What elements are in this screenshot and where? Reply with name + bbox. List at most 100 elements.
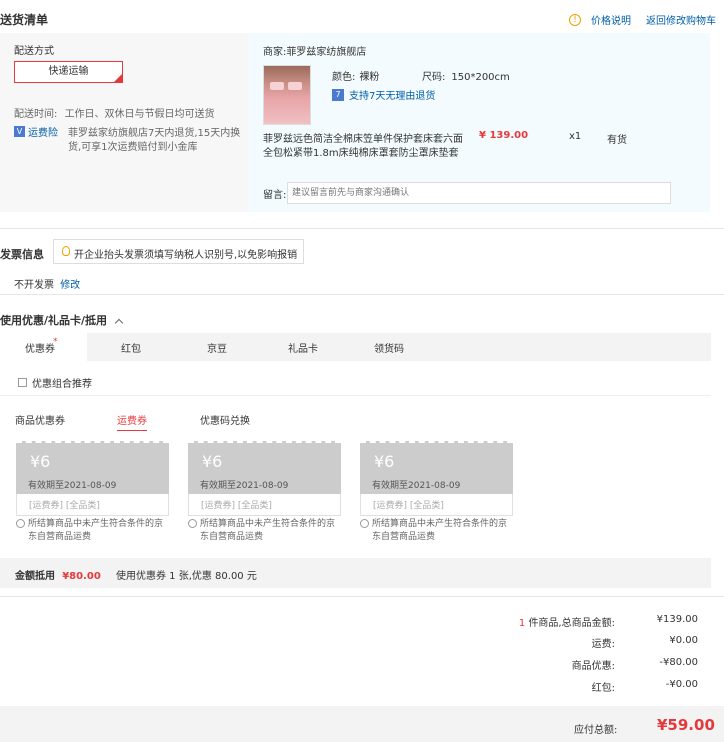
payable-label: 应付总额:	[574, 725, 618, 736]
coupon-amount: ¥6	[202, 452, 223, 471]
coupon-note: 所结算商品中未产生符合条件的京 东自营商品运费	[188, 518, 348, 544]
deduct-summary: 金额抵用 ¥80.00 使用优惠券 1 张,优惠 80.00 元	[15, 567, 257, 582]
coupon-note-line: 东自营商品运费	[372, 532, 436, 542]
product-stock: 有货	[607, 135, 627, 146]
delivery-method-value: 快递运输	[48, 66, 89, 77]
coupon-card[interactable]: ¥6 有效期至2021-08-09 [运费券] [全品类]	[16, 441, 169, 516]
deduct-label: 金额抵用	[15, 571, 55, 582]
merchant-name[interactable]: 商家:菲罗兹家纺旗舰店	[263, 43, 366, 58]
combo-checkbox[interactable]	[18, 378, 27, 387]
info-circle-icon	[16, 519, 25, 528]
coupon-note-line: 东自营商品运费	[28, 532, 92, 542]
redpack-label: 红包:	[591, 683, 615, 694]
invoice-value: 不开发票 修改	[14, 276, 80, 291]
tab-jingdou[interactable]: 京豆	[207, 340, 227, 355]
coupon-note-line: 所结算商品中未产生符合条件的京	[372, 519, 508, 529]
tab-claim-code[interactable]: 领货码	[374, 340, 404, 355]
pillow-shape	[270, 82, 284, 90]
divider	[0, 395, 711, 396]
remark-input[interactable]	[287, 182, 671, 204]
combo-checkbox-row[interactable]: 优惠组合推荐	[18, 375, 92, 390]
info-icon: !	[569, 13, 581, 26]
delivery-time: 配送时间: 工作日、双休日与节假日均可送货	[14, 105, 215, 120]
coupon-note: 所结算商品中未产生符合条件的京 东自营商品运费	[16, 518, 176, 544]
delivery-method-label: 配送方式	[14, 46, 54, 57]
shield-icon: V	[14, 126, 25, 137]
remark-label: 留言:	[263, 190, 287, 201]
coupon-card[interactable]: ¥6 有效期至2021-08-09 [运费券] [全品类]	[188, 441, 341, 516]
price-note[interactable]: ! 价格说明	[569, 12, 631, 27]
invoice-title: 发票信息	[0, 248, 44, 261]
delivery-time-value: 工作日、双休日与节假日均可送货	[64, 109, 215, 120]
product-name-1[interactable]: 菲罗兹远色简洁全棉床笠单件保护套床套六面	[263, 130, 463, 145]
coupon-tags: [运费券] [全品类]	[188, 494, 341, 516]
invoice-type: 不开发票	[14, 280, 54, 291]
coupon-card[interactable]: ¥6 有效期至2021-08-09 [运费券] [全品类]	[360, 441, 513, 516]
payable-value: ¥59.00	[657, 716, 715, 734]
coupon-note-line: 东自营商品运费	[200, 532, 264, 542]
summary-total: ¥139.00	[656, 614, 698, 625]
product-name-2[interactable]: 全包松紧带1.8m床纯棉床罩套防尘罩床垫套	[263, 144, 459, 159]
coupon-amount: ¥6	[374, 452, 395, 471]
coupon-expiry: 有效期至2021-08-09	[28, 481, 117, 491]
discount-tabbar	[0, 333, 711, 361]
product-price: ¥ 139.00	[479, 130, 529, 141]
tab-redpack[interactable]: 红包	[121, 340, 141, 355]
deduct-value: ¥80.00	[62, 571, 101, 582]
coupon-note: 所结算商品中未产生符合条件的京 东自营商品运费	[360, 518, 520, 544]
invoice-edit-link[interactable]: 修改	[60, 280, 80, 291]
combo-label: 优惠组合推荐	[32, 379, 92, 390]
subtab-product-coupon[interactable]: 商品优惠券	[15, 412, 65, 427]
invoice-tip: 开企业抬头发票须填写纳税人识别号,以免影响报销	[53, 239, 305, 264]
redpack-value: -¥0.00	[665, 679, 698, 690]
coupon-expiry: 有效期至2021-08-09	[372, 481, 461, 491]
divider	[0, 228, 724, 229]
return-policy-badge: 7 支持7天无理由退货	[332, 87, 435, 102]
freight-insurance-label[interactable]: 运费险	[28, 124, 58, 139]
shipping-label: 运费:	[591, 639, 615, 650]
return-policy-label: 支持7天无理由退货	[349, 91, 436, 102]
coupon-expiry: 有效期至2021-08-09	[200, 481, 289, 491]
coupon-amount: ¥6	[30, 452, 51, 471]
product-color: 颜色: 裸粉	[332, 68, 379, 83]
return-cart-link[interactable]: 返回修改购物车	[646, 12, 716, 27]
deduct-desc: 使用优惠券 1 张,优惠 80.00 元	[115, 571, 257, 582]
product-image[interactable]	[263, 65, 311, 125]
coupon-face: ¥6 有效期至2021-08-09	[16, 441, 169, 494]
size-label: 尺码:	[422, 72, 446, 83]
divider	[0, 596, 724, 597]
color-value: 裸粉	[359, 72, 380, 83]
size-value: 150*200cm	[451, 72, 510, 83]
coupon-note-line: 所结算商品中未产生符合条件的京	[28, 519, 164, 529]
discount-value: -¥80.00	[659, 657, 698, 668]
coupon-tags: [运费券] [全品类]	[360, 494, 513, 516]
item-count-suffix: 件商品,总商品金额:	[528, 618, 615, 629]
info-circle-icon	[188, 519, 197, 528]
product-size: 尺码: 150*200cm	[422, 68, 510, 83]
info-circle-icon	[360, 519, 369, 528]
tab-coupon[interactable]: 优惠券	[25, 340, 55, 355]
delivery-panel	[0, 33, 248, 212]
freight-insurance-tag[interactable]: V 运费险	[14, 124, 58, 139]
subtab-freight-coupon[interactable]: 运费券	[117, 412, 147, 431]
delivery-method-button[interactable]: 快递运输	[14, 61, 123, 83]
shipping-value: ¥0.00	[669, 635, 698, 646]
pillow-shape	[288, 82, 302, 90]
discount-title-text: 使用优惠/礼品卡/抵用	[0, 314, 108, 327]
item-count: 1	[518, 618, 526, 629]
page-title: 送货清单	[0, 13, 49, 27]
lightbulb-icon	[62, 246, 70, 256]
tab-giftcard[interactable]: 礼品卡	[288, 340, 318, 355]
discount-label: 商品优惠:	[571, 661, 615, 672]
coupon-face: ¥6 有效期至2021-08-09	[360, 441, 513, 494]
coupon-face: ¥6 有效期至2021-08-09	[188, 441, 341, 494]
selected-corner-icon	[114, 74, 122, 82]
price-note-link[interactable]: 价格说明	[591, 12, 631, 27]
invoice-tip-text: 开企业抬头发票须填写纳税人识别号,以免影响报销	[74, 250, 298, 261]
discount-title[interactable]: 使用优惠/礼品卡/抵用	[0, 312, 124, 328]
subtab-code-redeem[interactable]: 优惠码兑换	[200, 412, 250, 427]
freight-insurance-desc-2: 货,可享1次运费赔付到小金库	[68, 142, 198, 153]
color-label: 颜色:	[332, 72, 356, 83]
divider	[0, 294, 724, 295]
freight-insurance-desc-1: 菲罗兹家纺旗舰店7天内退货,15天内换	[68, 128, 241, 139]
